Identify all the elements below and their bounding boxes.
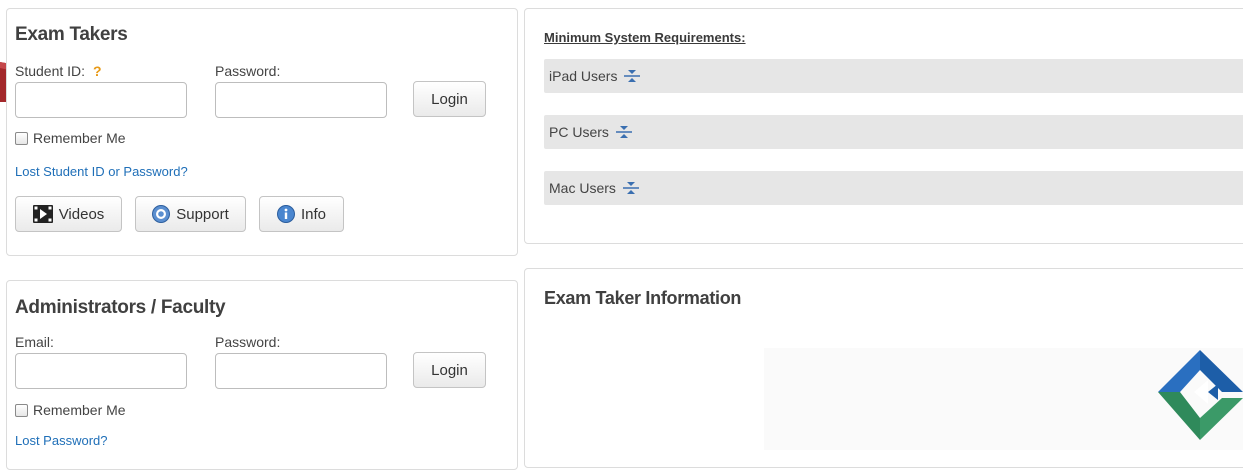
login-button-label: Login bbox=[431, 90, 468, 108]
exam-takers-title: Exam Takers bbox=[15, 24, 128, 45]
student-id-label: Student ID:? bbox=[15, 63, 102, 79]
admin-password-input[interactable] bbox=[215, 353, 387, 389]
pc-users-row[interactable]: PC Users bbox=[544, 115, 1243, 149]
lost-student-id-link[interactable]: Lost Student ID or Password? bbox=[15, 164, 188, 179]
support-button[interactable]: Support bbox=[135, 196, 246, 232]
password-input[interactable] bbox=[215, 82, 387, 118]
lost-password-link[interactable]: Lost Password? bbox=[15, 433, 108, 448]
videos-label: Videos bbox=[58, 205, 105, 223]
ipad-users-label: iPad Users bbox=[549, 68, 618, 84]
videos-button[interactable]: Videos bbox=[15, 196, 122, 232]
expand-icon[interactable] bbox=[615, 125, 633, 139]
login-button[interactable]: Login bbox=[413, 81, 486, 117]
exam-taker-info-title: Exam Taker Information bbox=[544, 288, 742, 308]
remember-me-checkbox[interactable] bbox=[15, 131, 28, 145]
password-label: Password: bbox=[215, 63, 281, 79]
email-label: Email: bbox=[15, 334, 54, 350]
admin-remember-me-row[interactable]: Remember Me bbox=[15, 402, 126, 418]
company-logo bbox=[1158, 350, 1243, 440]
expand-icon[interactable] bbox=[622, 181, 640, 195]
admin-remember-me-label: Remember Me bbox=[33, 402, 126, 418]
mac-users-label: Mac Users bbox=[549, 180, 616, 196]
ipad-users-row[interactable]: iPad Users bbox=[544, 59, 1243, 93]
support-icon bbox=[152, 205, 171, 223]
support-label: Support bbox=[176, 205, 229, 223]
admin-login-button[interactable]: Login bbox=[413, 352, 486, 388]
requirements-title: Minimum System Requirements: bbox=[544, 30, 746, 45]
admin-password-label: Password: bbox=[215, 334, 281, 350]
info-label: Info bbox=[300, 205, 327, 223]
mac-users-row[interactable]: Mac Users bbox=[544, 171, 1243, 205]
info-button[interactable]: Info bbox=[259, 196, 344, 232]
remember-me-label: Remember Me bbox=[33, 130, 126, 146]
admin-remember-me-checkbox[interactable] bbox=[15, 403, 28, 417]
help-icon[interactable]: ? bbox=[93, 63, 102, 79]
remember-me-row[interactable]: Remember Me bbox=[15, 130, 126, 146]
email-input[interactable] bbox=[15, 353, 187, 389]
info-icon bbox=[276, 205, 295, 223]
admin-login-label: Login bbox=[431, 361, 468, 379]
expand-icon[interactable] bbox=[623, 69, 641, 83]
student-id-input[interactable] bbox=[15, 82, 187, 118]
administrators-title: Administrators / Faculty bbox=[15, 297, 226, 318]
pc-users-label: PC Users bbox=[549, 124, 609, 140]
video-icon bbox=[32, 205, 53, 223]
